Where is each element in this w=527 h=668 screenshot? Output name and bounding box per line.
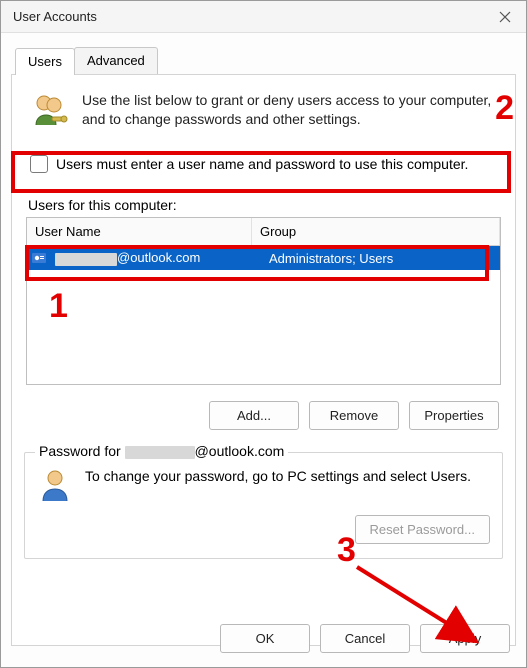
password-group-legend: Password for @outlook.com [35,443,288,459]
properties-button[interactable]: Properties [409,401,499,430]
tab-advanced[interactable]: Advanced [74,47,158,74]
title-bar[interactable]: User Accounts [1,1,526,33]
require-password-checkbox[interactable] [30,155,48,173]
password-group: Password for @outlook.com To change your… [24,452,503,559]
column-group[interactable]: Group [252,218,500,245]
reset-password-button[interactable]: Reset Password... [355,515,491,544]
users-list-label: Users for this computer: [28,197,503,213]
user-icon [31,250,47,266]
ok-button[interactable]: OK [220,624,310,653]
users-key-icon [30,91,70,131]
remove-button[interactable]: Remove [309,401,399,430]
close-icon [499,11,511,23]
column-username[interactable]: User Name [27,218,252,245]
close-button[interactable] [492,4,518,30]
redacted-username [125,446,195,459]
users-listview[interactable]: User Name Group @outlook.com Administrat… [26,217,501,385]
dialog-button-row: OK Cancel Apply [220,624,510,653]
tab-users[interactable]: Users [15,48,75,75]
cell-group: Administrators; Users [269,251,494,266]
require-password-label: Users must enter a user name and passwor… [56,156,468,172]
require-password-row: Users must enter a user name and passwor… [24,145,503,183]
list-buttons-row: Add... Remove Properties [24,401,503,430]
user-avatar-icon [37,467,73,503]
tab-strip: Users Advanced [15,47,526,74]
tab-panel-users: Use the list below to grant or deny user… [11,74,516,646]
intro-text: Use the list below to grant or deny user… [82,91,497,129]
intro-row: Use the list below to grant or deny user… [24,89,503,137]
password-text: To change your password, go to PC settin… [85,467,490,486]
redacted-username [55,253,117,266]
window-title: User Accounts [13,9,97,24]
cell-username: @outlook.com [53,250,263,265]
cancel-button[interactable]: Cancel [320,624,410,653]
add-button[interactable]: Add... [209,401,299,430]
user-accounts-dialog: User Accounts Users Advanced Use the lis… [0,0,527,668]
apply-button[interactable]: Apply [420,624,510,653]
password-row: To change your password, go to PC settin… [37,467,490,503]
table-row[interactable]: @outlook.com Administrators; Users [27,246,500,270]
listview-header: User Name Group [27,218,500,246]
